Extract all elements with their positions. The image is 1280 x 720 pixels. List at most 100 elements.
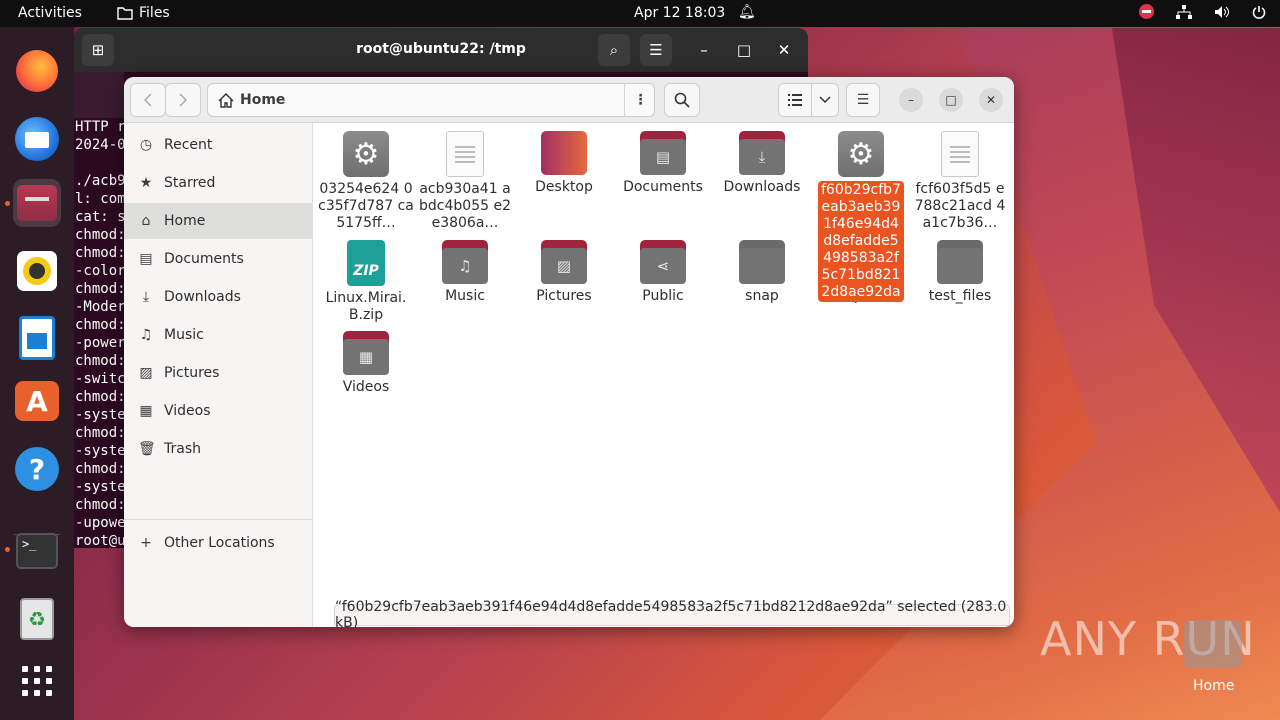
maximize-icon[interactable]: □ bbox=[728, 34, 760, 66]
files-headerbar: Home ⋮ ☰ – □ ✕ bbox=[124, 77, 1014, 123]
chevron-left-icon bbox=[143, 93, 152, 107]
view-toggle-button[interactable] bbox=[778, 83, 812, 117]
firefox-icon[interactable] bbox=[13, 47, 61, 95]
search-icon[interactable]: ⌕ bbox=[598, 34, 630, 66]
folder-item-snap[interactable]: snap bbox=[714, 240, 810, 305]
star-icon: ★ bbox=[139, 175, 153, 191]
sidebar-item-trash[interactable]: 🗑︎ Trash bbox=[124, 431, 313, 467]
minimize-icon[interactable]: – bbox=[688, 34, 720, 66]
sidebar-item-pictures[interactable]: ▨ Pictures bbox=[124, 355, 313, 391]
sidebar-item-label: Trash bbox=[164, 441, 201, 457]
sidebar-item-videos[interactable]: ▦ Videos bbox=[124, 393, 313, 429]
app-menu[interactable]: Files bbox=[117, 5, 170, 21]
folder-item-downloads[interactable]: ⤓ Downloads bbox=[714, 131, 810, 196]
file-item[interactable]: acb930a41 abdc4b055 e2e3806a… bbox=[417, 131, 513, 232]
activities-button[interactable]: Activities bbox=[18, 5, 82, 21]
picture-icon: ▨ bbox=[139, 365, 153, 381]
clock[interactable]: Apr 12 18:03 bbox=[634, 5, 725, 21]
file-label: 03254e624 0c35f7d787 ca5175ff… bbox=[318, 181, 414, 231]
zip-file-icon: ZIP bbox=[347, 240, 385, 286]
dock: A ? >_ ♻ bbox=[0, 27, 74, 720]
sidebar-item-label: Downloads bbox=[164, 289, 241, 305]
folder-item-music[interactable]: ♫ Music bbox=[417, 240, 513, 305]
forward-button[interactable] bbox=[165, 83, 201, 117]
folder-item-pictures[interactable]: ▨ Pictures bbox=[516, 240, 612, 305]
thunderbird-icon[interactable] bbox=[13, 115, 61, 163]
software-center-icon[interactable]: A bbox=[13, 377, 61, 425]
file-label: f60b29cfb7eab3aeb391f46e94d4d8efadde5498… bbox=[818, 181, 904, 302]
kebab-icon: ⋮ bbox=[633, 92, 648, 108]
help-icon[interactable]: ? bbox=[13, 445, 61, 493]
maximize-button[interactable]: □ bbox=[939, 88, 963, 112]
trash-dock-icon[interactable]: ♻ bbox=[13, 595, 61, 643]
maximize-icon: □ bbox=[945, 93, 957, 107]
do-not-disturb-icon bbox=[1139, 4, 1154, 19]
close-button[interactable]: ✕ bbox=[979, 88, 1003, 112]
minimize-icon: – bbox=[908, 93, 914, 107]
file-label: Documents bbox=[623, 179, 703, 195]
files-window[interactable]: Home ⋮ ☰ – □ ✕ ◷ Recent ★ Starred ⌂ Home ▤ D… bbox=[124, 77, 1014, 627]
sidebar-item-starred[interactable]: ★ Starred bbox=[124, 165, 313, 201]
file-item[interactable]: fcf603f5d5 e788c21acd 4a1c7b36… bbox=[912, 131, 1008, 232]
videos-folder-icon: ▦ bbox=[343, 331, 389, 375]
file-label: Desktop bbox=[535, 179, 593, 195]
sidebar-item-documents[interactable]: ▤ Documents bbox=[124, 241, 313, 277]
back-button[interactable] bbox=[130, 83, 166, 117]
bell-icon: 🔔︎ bbox=[738, 4, 756, 20]
sidebar-item-downloads[interactable]: ⤓ Downloads bbox=[124, 279, 313, 315]
power-icon bbox=[1252, 5, 1266, 19]
file-item-selected[interactable]: ⚙ f60b29cfb7eab3aeb391f46e94d4d8efadde54… bbox=[813, 131, 909, 302]
folder-item-public[interactable]: ⋖ Public bbox=[615, 240, 711, 305]
desktop-home-icon[interactable] bbox=[1184, 620, 1242, 668]
sidebar-item-recent[interactable]: ◷ Recent bbox=[124, 127, 313, 163]
document-icon: ▤ bbox=[139, 251, 153, 267]
running-indicator bbox=[5, 201, 10, 206]
view-options-button[interactable] bbox=[811, 83, 839, 117]
folder-item-documents[interactable]: ▤ Documents bbox=[615, 131, 711, 196]
sidebar-item-label: Recent bbox=[164, 137, 213, 153]
path-bar[interactable]: Home bbox=[207, 83, 655, 117]
show-apps-icon[interactable] bbox=[13, 657, 61, 705]
folder-item-desktop[interactable]: Desktop bbox=[516, 131, 612, 196]
system-tray[interactable] bbox=[1139, 4, 1266, 19]
status-bar: “f60b29cfb7eab3aeb391f46e94d4d8efadde549… bbox=[334, 599, 1010, 627]
sidebar-item-music[interactable]: ♫ Music bbox=[124, 317, 313, 353]
search-icon bbox=[674, 92, 690, 108]
sidebar-item-other-locations[interactable]: + Other Locations bbox=[124, 525, 313, 561]
folder-icon bbox=[937, 240, 983, 284]
music-folder-icon: ♫ bbox=[442, 240, 488, 284]
music-icon: ♫ bbox=[139, 327, 153, 343]
file-item[interactable]: ⚙ 03254e624 0c35f7d787 ca5175ff… bbox=[318, 131, 414, 232]
terminal-icon[interactable]: >_ bbox=[13, 527, 61, 575]
files-app-icon[interactable] bbox=[13, 179, 61, 227]
file-item[interactable]: ZIP Linux.Mirai. B.zip bbox=[318, 240, 414, 324]
sidebar-item-home[interactable]: ⌂ Home bbox=[124, 203, 313, 239]
close-icon[interactable]: ✕ bbox=[768, 34, 800, 66]
sidebar-item-label: Home bbox=[164, 213, 206, 229]
sidebar: ◷ Recent ★ Starred ⌂ Home ▤ Documents ⤓ Downl… bbox=[124, 123, 313, 627]
executable-icon: ⚙ bbox=[838, 131, 884, 177]
menu-icon[interactable]: ☰ bbox=[640, 34, 672, 66]
file-label: snap bbox=[745, 288, 779, 304]
folder-item-videos[interactable]: ▦ Videos bbox=[318, 331, 414, 396]
libreoffice-writer-icon[interactable] bbox=[13, 314, 61, 362]
file-label: Videos bbox=[342, 379, 390, 395]
folder-icon bbox=[739, 240, 785, 284]
sidebar-item-label: Other Locations bbox=[164, 535, 275, 551]
search-button[interactable] bbox=[664, 83, 700, 117]
main-menu-button[interactable]: ☰ bbox=[846, 83, 880, 117]
running-indicator bbox=[5, 547, 10, 552]
sidebar-item-label: Pictures bbox=[164, 365, 220, 381]
terminal-tab-strip bbox=[74, 72, 124, 118]
network-icon bbox=[1176, 4, 1192, 19]
path-menu-button[interactable]: ⋮ bbox=[624, 83, 656, 117]
rhythmbox-icon[interactable] bbox=[13, 247, 61, 295]
video-icon: ▦ bbox=[139, 403, 153, 419]
folder-item-test-files[interactable]: test_files bbox=[912, 240, 1008, 305]
sidebar-item-label: Videos bbox=[164, 403, 211, 419]
desktop-home-label: Home bbox=[1193, 678, 1235, 694]
minimize-button[interactable]: – bbox=[899, 88, 923, 112]
executable-icon: ⚙ bbox=[343, 131, 389, 177]
file-label: Public bbox=[642, 288, 684, 304]
clock-icon: ◷ bbox=[139, 137, 153, 153]
